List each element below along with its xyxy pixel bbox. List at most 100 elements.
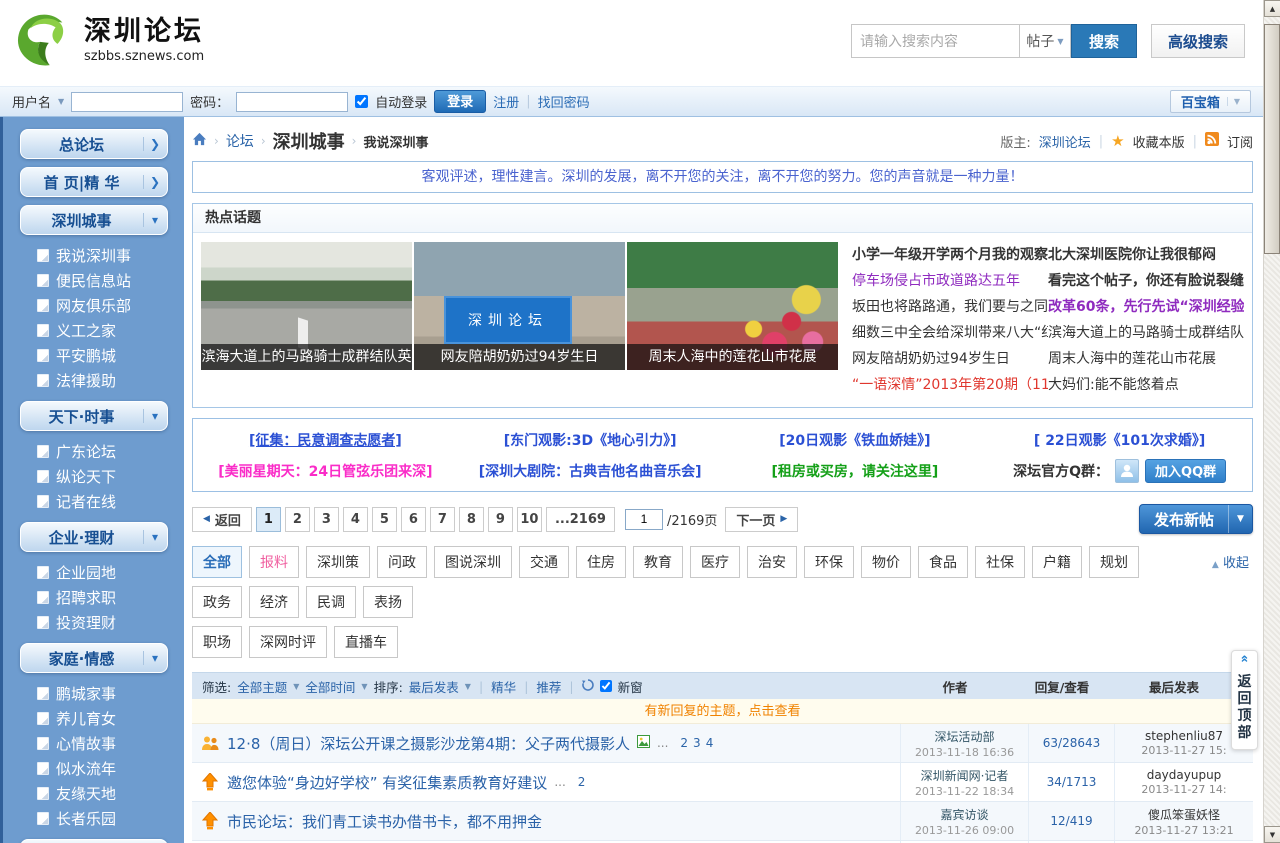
hot-image-road[interactable]: 滨海大道上的马路骑士成群结队英: [201, 242, 412, 370]
page-number-9[interactable]: 9: [488, 507, 513, 532]
register-link[interactable]: 注册: [493, 92, 519, 111]
tab-民调[interactable]: 民调: [306, 586, 356, 618]
search-type-dropdown[interactable]: 帖子 ▼: [1019, 24, 1071, 58]
hot-topic-link[interactable]: 滨海大道上的马路骑士成群结队英: [1048, 320, 1244, 346]
advanced-search-button[interactable]: 高级搜索: [1151, 24, 1245, 58]
thread-replies-count[interactable]: 63/28643: [1043, 736, 1101, 750]
filter-all-time[interactable]: 全部时间: [305, 677, 355, 696]
tab-交通[interactable]: 交通: [519, 546, 569, 578]
announcement-link[interactable]: [租房或买房，请关注这里]: [771, 464, 938, 480]
favorite-board-link[interactable]: 收藏本版: [1133, 132, 1185, 151]
hot-topic-link[interactable]: 细数三中全会给深圳带来八大“红: [852, 320, 1048, 346]
thread-author-link[interactable]: 深坛活动部: [934, 728, 994, 745]
toolbox-button[interactable]: 百宝箱 ▼: [1170, 90, 1251, 113]
sidebar-item-长者乐园[interactable]: 长者乐园: [37, 806, 184, 831]
thread-page-link[interactable]: 2: [680, 736, 688, 750]
hot-image-flower-show[interactable]: 周末人海中的莲花山市花展: [627, 242, 838, 370]
tab-深圳策[interactable]: 深圳策: [306, 546, 370, 578]
page-number-4[interactable]: 4: [343, 507, 368, 532]
back-to-top-button[interactable]: ⌃ ⌃ 返回顶部: [1231, 650, 1258, 750]
page-number-5[interactable]: 5: [372, 507, 397, 532]
announcement-link[interactable]: [深圳大剧院：古典吉他名曲音乐会]: [479, 464, 702, 480]
thread-lastpost-user[interactable]: 傻瓜笨蛋妖怪: [1148, 806, 1220, 823]
tab-规划[interactable]: 规划: [1089, 546, 1139, 578]
page-number-10[interactable]: 10: [517, 507, 542, 532]
moderator-link[interactable]: 深圳论坛: [1039, 132, 1091, 151]
tab-治安[interactable]: 治安: [747, 546, 797, 578]
sidebar-section-button[interactable]: 天下·时事▾: [20, 401, 168, 431]
thread-author-link[interactable]: 深圳新闻网·记者: [921, 767, 1009, 784]
tab-全部[interactable]: 全部: [192, 546, 242, 578]
sidebar-item-义工之家[interactable]: 义工之家: [37, 318, 184, 343]
sidebar-section-button[interactable]: 总论坛❯: [20, 129, 168, 159]
home-icon[interactable]: [192, 132, 207, 150]
sidebar-item-记者在线[interactable]: 记者在线: [37, 489, 184, 514]
hot-topic-link[interactable]: 周末人海中的莲花山市花展: [1048, 346, 1244, 372]
thread-page-link[interactable]: 2: [578, 775, 586, 789]
page-ellipsis[interactable]: ...2169: [546, 507, 615, 532]
hot-topic-link[interactable]: 看完这个帖子，你还有脸说裂缝是: [1048, 268, 1244, 294]
tab-图说深圳[interactable]: 图说深圳: [434, 546, 512, 578]
thread-title-link[interactable]: 12·8（周日）深坛公开课之摄影沙龙第4期：父子两代摄影人: [227, 733, 630, 754]
hot-topic-link[interactable]: 小学一年级开学两个月我的观察、: [852, 242, 1048, 268]
breadcrumb-forum[interactable]: 论坛: [226, 131, 254, 151]
tab-物价[interactable]: 物价: [861, 546, 911, 578]
page-number-3[interactable]: 3: [314, 507, 339, 532]
password-field[interactable]: [236, 92, 348, 112]
thread-title-link[interactable]: 市民论坛：我们青工读书办借书卡，都不用押金: [227, 811, 542, 832]
scrollbar-up-button[interactable]: ▲: [1264, 0, 1280, 17]
announcement-link[interactable]: [ 22日观影《101次求婚》]: [1034, 433, 1205, 449]
hot-topic-link[interactable]: 坂田也将路路通，我们要与之同甘: [852, 294, 1048, 320]
hot-topic-link[interactable]: 北大深圳医院你让我很郁闷: [1048, 242, 1244, 268]
page-number-6[interactable]: 6: [401, 507, 426, 532]
thread-title-link[interactable]: 邀您体验“身边好学校” 有奖征集素质教育好建议: [227, 772, 547, 793]
tab-住房[interactable]: 住房: [576, 546, 626, 578]
tab-职场[interactable]: 职场: [192, 626, 242, 658]
page-number-7[interactable]: 7: [430, 507, 455, 532]
announcement-link[interactable]: [东门观影:3D《地心引力》]: [504, 433, 677, 449]
tab-教育[interactable]: 教育: [633, 546, 683, 578]
thread-author-link[interactable]: 嘉宾访谈: [940, 806, 988, 823]
sidebar-section-button[interactable]: 企业·理财▾: [20, 522, 168, 552]
tab-政务[interactable]: 政务: [192, 586, 242, 618]
tab-问政[interactable]: 问政: [377, 546, 427, 578]
sidebar-item-招聘求职[interactable]: 招聘求职: [37, 585, 184, 610]
tab-经济[interactable]: 经济: [249, 586, 299, 618]
thread-page-link[interactable]: 3: [693, 736, 701, 750]
tab-社保[interactable]: 社保: [975, 546, 1025, 578]
page-number-2[interactable]: 2: [285, 507, 310, 532]
back-button[interactable]: ◀ 返回: [192, 507, 252, 532]
thread-replies-count[interactable]: 34/1713: [1047, 775, 1097, 789]
search-input[interactable]: [851, 24, 1019, 58]
announcement-link[interactable]: [美丽星期天：24日管弦乐团来深]: [218, 464, 432, 480]
page-number-8[interactable]: 8: [459, 507, 484, 532]
new-replies-notice[interactable]: 有新回复的主题，点击查看: [192, 699, 1253, 724]
page-number-1[interactable]: 1: [256, 507, 281, 532]
forgot-password-link[interactable]: 找回密码: [538, 92, 590, 111]
sidebar-item-法律援助[interactable]: 法律援助: [37, 368, 184, 393]
chevron-down-icon[interactable]: ▼: [1228, 505, 1252, 533]
announcement-link[interactable]: [征集：民意调查志愿者]: [249, 433, 402, 449]
hot-topic-link[interactable]: 停车场侵占市政道路达五年: [852, 268, 1048, 294]
thread-replies-count[interactable]: 12/419: [1050, 814, 1092, 828]
sidebar-item-网友俱乐部[interactable]: 网友俱乐部: [37, 293, 184, 318]
announcement-link[interactable]: [20日观影《铁血娇娃》]: [779, 433, 930, 449]
tab-食品[interactable]: 食品: [918, 546, 968, 578]
hot-image-group-photo[interactable]: 深圳论坛 网友陪胡奶奶过94岁生日: [414, 242, 625, 370]
tab-报料[interactable]: 报料: [249, 546, 299, 578]
sidebar-item-投资理财[interactable]: 投资理财: [37, 610, 184, 635]
sidebar-item-企业园地[interactable]: 企业园地: [37, 560, 184, 585]
sidebar-item-鹏城家事[interactable]: 鹏城家事: [37, 681, 184, 706]
scrollbar-down-button[interactable]: ▼: [1264, 826, 1280, 843]
sidebar-item-纵论天下[interactable]: 纵论天下: [37, 464, 184, 489]
tab-深网时评[interactable]: 深网时评: [249, 626, 327, 658]
sidebar-section-button[interactable]: 首 页|精 华❯: [20, 167, 168, 197]
sidebar-item-友缘天地[interactable]: 友缘天地: [37, 781, 184, 806]
sidebar-section-button[interactable]: 户外·体育▾: [20, 839, 168, 843]
sidebar-item-似水流年[interactable]: 似水流年: [37, 756, 184, 781]
sidebar-section-button[interactable]: 深圳城事▾: [20, 205, 168, 235]
thread-lastpost-user[interactable]: stephenliu87: [1145, 729, 1223, 743]
sidebar-item-广东论坛[interactable]: 广东论坛: [37, 439, 184, 464]
hot-topic-link[interactable]: 改革60条，先行先试“深圳经验”鼓: [1048, 294, 1244, 320]
collapse-link[interactable]: ▲ 收起: [1212, 552, 1249, 571]
